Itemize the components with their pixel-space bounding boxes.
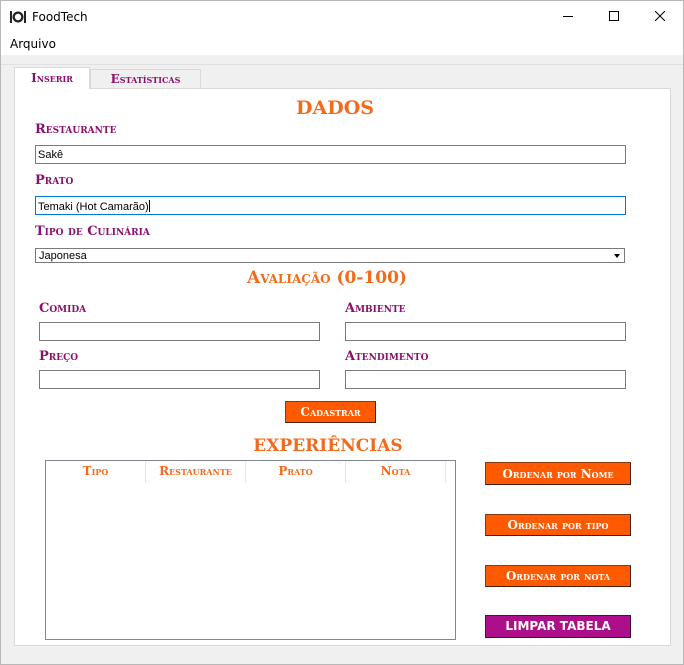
app-window: FoodTech Arquivo Inserir Estatísticas DA… — [0, 0, 684, 665]
minimize-button[interactable] — [545, 1, 591, 32]
ordenar-nota-button[interactable]: Ordenar por nota — [485, 565, 631, 587]
window-title: FoodTech — [32, 10, 88, 24]
plate-cutlery-icon — [10, 11, 26, 23]
ordenar-nome-button[interactable]: Ordenar por Nome — [485, 462, 631, 485]
atendimento-label: Atendimento — [345, 349, 429, 364]
cadastrar-button[interactable]: Cadastrar — [285, 401, 376, 423]
menu-arquivo[interactable]: Arquivo — [10, 37, 56, 51]
comida-label: Comida — [39, 301, 87, 316]
tab-estatisticas[interactable]: Estatísticas — [90, 69, 201, 90]
ambiente-label: Ambiente — [345, 301, 406, 316]
prato-input[interactable]: Temaki (Hot Camarão) — [35, 196, 626, 215]
comida-input[interactable] — [39, 322, 320, 341]
prato-value: Temaki (Hot Camarão) — [38, 201, 149, 213]
tipo-culinaria-select[interactable]: Japonesa — [35, 248, 625, 263]
maximize-icon — [609, 11, 619, 21]
dados-heading: DADOS — [296, 97, 374, 119]
text-caret — [148, 200, 150, 212]
experiencias-table[interactable]: Tipo Restaurante Prato Nota — [45, 460, 456, 640]
preco-label: Preço — [39, 349, 79, 364]
close-icon — [655, 11, 665, 21]
restaurante-input[interactable]: Sakê — [35, 145, 626, 164]
minimize-icon — [563, 16, 573, 17]
close-button[interactable] — [637, 1, 683, 32]
avaliacao-heading: Avaliação (0-100) — [247, 268, 407, 288]
tipo-culinaria-label: Tipo de Culinária — [35, 224, 150, 239]
tipo-culinaria-value: Japonesa — [39, 250, 87, 262]
tab-inserir[interactable]: Inserir — [14, 67, 90, 89]
dropdown-arrow-icon — [614, 254, 620, 258]
restaurante-value: Sakê — [38, 149, 64, 161]
column-header-prato[interactable]: Prato — [246, 461, 346, 483]
ambiente-input[interactable] — [345, 322, 626, 341]
limpar-tabela-button[interactable]: LIMPAR TABELA — [485, 615, 631, 638]
menu-bar: Arquivo — [1, 33, 683, 55]
ordenar-tipo-button[interactable]: Ordenar por tipo — [485, 514, 631, 536]
menu-separator — [1, 55, 683, 65]
column-header-nota[interactable]: Nota — [346, 461, 446, 483]
preco-input[interactable] — [39, 370, 320, 389]
column-header-restaurante[interactable]: Restaurante — [146, 461, 246, 483]
maximize-button[interactable] — [591, 1, 637, 32]
prato-label: Prato — [35, 173, 74, 188]
experiencias-heading: EXPERIÊNCIAS — [253, 436, 403, 456]
atendimento-input[interactable] — [345, 370, 626, 389]
restaurante-label: Restaurante — [35, 122, 117, 137]
bottom-border — [1, 646, 683, 664]
column-header-tipo[interactable]: Tipo — [46, 461, 146, 483]
title-bar[interactable]: FoodTech — [1, 1, 683, 33]
